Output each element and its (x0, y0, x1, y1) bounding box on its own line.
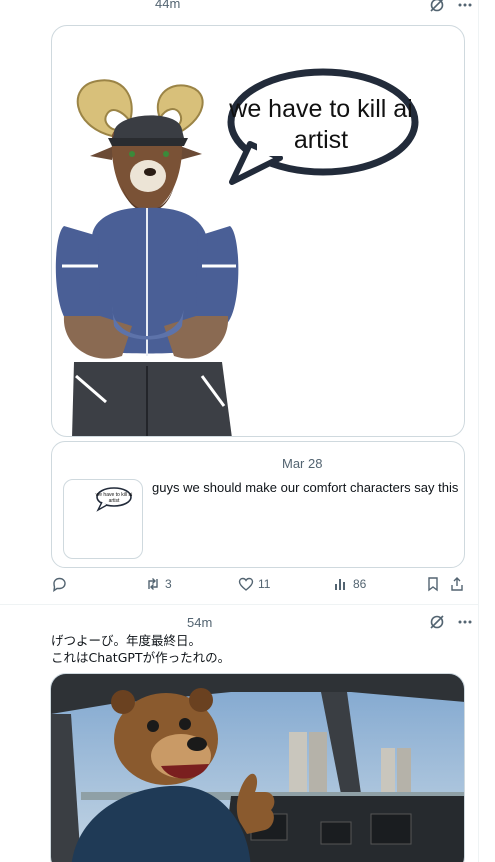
otter-pilot-illustration (51, 674, 464, 862)
bubble-line-2: artist (294, 126, 348, 154)
thumb-bubble-line-2: artist (109, 498, 120, 504)
post-action-bar: 3 11 86 (51, 576, 465, 596)
post-timestamp[interactable]: 54m (187, 615, 212, 630)
like-count: 11 (258, 577, 271, 591)
grok-icon[interactable] (428, 613, 446, 631)
column-border (478, 0, 479, 862)
share-button[interactable] (449, 576, 465, 592)
post-media-image[interactable]: we have to kill ai artist (51, 25, 465, 437)
post-header-actions (428, 0, 474, 14)
post-text-line-2: これはChatGPTが作ったれの。 (51, 650, 231, 665)
like-button[interactable]: 11 (238, 576, 270, 592)
grok-icon[interactable] (428, 0, 446, 14)
repost-icon (145, 576, 161, 592)
reply-icon (51, 576, 67, 592)
bubble-line-1: we have to kill ai (228, 95, 412, 123)
ram-character-illustration: we have to kill ai artist (55, 68, 419, 436)
heart-icon (238, 576, 254, 592)
post-text: げつよーび。年度最終日。 これはChatGPTが作ったれの。 (51, 632, 230, 666)
post-header-actions (428, 613, 474, 631)
quoted-post-date: Mar 28 (282, 456, 323, 471)
quoted-post[interactable]: Mar 28 we have to kill ai artist guys we… (51, 441, 465, 568)
reply-button[interactable] (51, 576, 71, 592)
post-text-line-1: げつよーび。年度最終日。 (51, 633, 202, 648)
share-icon (449, 576, 465, 592)
repost-count: 3 (165, 577, 172, 591)
post-media-image[interactable] (50, 673, 465, 862)
views-button[interactable]: 86 (333, 576, 366, 592)
post-timestamp[interactable]: 44m (155, 0, 180, 11)
repost-button[interactable]: 3 (145, 576, 172, 592)
quoted-post-thumbnail[interactable]: we have to kill ai artist (63, 479, 143, 559)
more-icon[interactable] (456, 0, 474, 14)
post-divider (0, 604, 478, 605)
more-icon[interactable] (456, 613, 474, 631)
bookmark-icon (425, 576, 441, 592)
quoted-post-text: guys we should make our comfort characte… (152, 480, 459, 495)
bookmark-button[interactable] (425, 576, 441, 592)
views-icon (333, 576, 349, 592)
views-count: 86 (353, 577, 367, 591)
